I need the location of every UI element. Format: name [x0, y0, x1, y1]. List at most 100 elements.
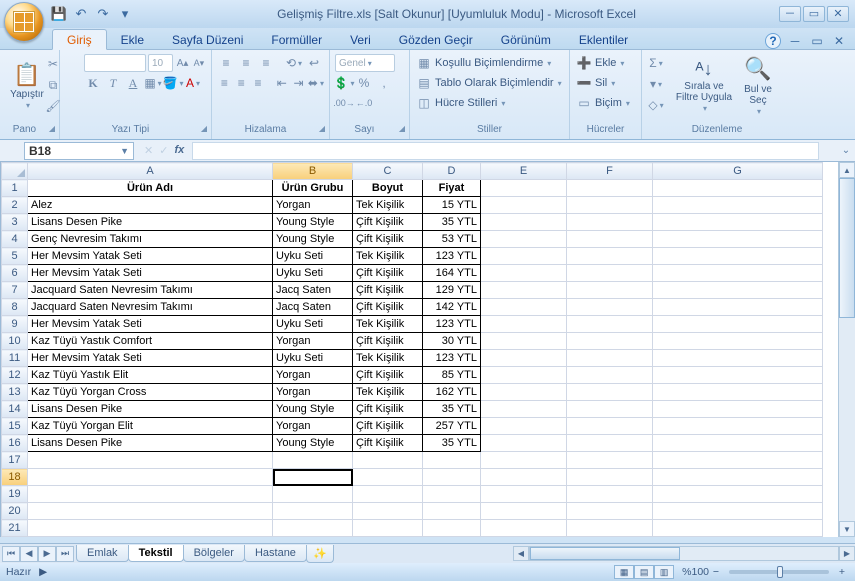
- tab-insert[interactable]: Ekle: [107, 30, 158, 49]
- cell[interactable]: [653, 350, 823, 367]
- vertical-scrollbar[interactable]: ▲ ▼: [838, 162, 855, 537]
- increase-indent-icon[interactable]: ⇥: [291, 74, 306, 92]
- cell[interactable]: [28, 452, 273, 469]
- column-header[interactable]: G: [653, 163, 823, 180]
- cell[interactable]: [567, 333, 653, 350]
- cell[interactable]: [353, 520, 423, 537]
- italic-button[interactable]: T: [104, 74, 122, 92]
- mdi-close-button[interactable]: ✕: [831, 33, 847, 49]
- cell[interactable]: [481, 469, 567, 486]
- normal-view-icon[interactable]: ▦: [614, 565, 634, 579]
- row-header[interactable]: 21: [2, 520, 28, 537]
- cell[interactable]: Yorgan: [273, 197, 353, 214]
- bold-button[interactable]: K: [84, 74, 102, 92]
- row-header[interactable]: 20: [2, 503, 28, 520]
- cell[interactable]: [353, 486, 423, 503]
- cell[interactable]: [273, 520, 353, 537]
- cell[interactable]: [423, 486, 481, 503]
- cell[interactable]: Yorgan: [273, 333, 353, 350]
- first-sheet-icon[interactable]: ⏮: [2, 546, 20, 562]
- underline-button[interactable]: A: [124, 74, 142, 92]
- cell[interactable]: [567, 469, 653, 486]
- row-header[interactable]: 1: [2, 180, 28, 197]
- macro-record-icon[interactable]: ▶: [39, 566, 47, 578]
- page-break-view-icon[interactable]: ▥: [654, 565, 674, 579]
- cell[interactable]: [481, 316, 567, 333]
- tab-review[interactable]: Gözden Geçir: [385, 30, 487, 49]
- align-left-icon[interactable]: ≡: [217, 74, 232, 92]
- cell[interactable]: [567, 197, 653, 214]
- grow-font-icon[interactable]: A▴: [175, 54, 189, 72]
- cell[interactable]: Uyku Seti: [273, 350, 353, 367]
- wrap-text-icon[interactable]: ↩: [305, 54, 323, 72]
- cell[interactable]: 164 YTL: [423, 265, 481, 282]
- row-header[interactable]: 13: [2, 384, 28, 401]
- cell[interactable]: [481, 333, 567, 350]
- cell[interactable]: [567, 401, 653, 418]
- sheet-tab[interactable]: Hastane: [244, 545, 307, 562]
- cell[interactable]: 35 YTL: [423, 214, 481, 231]
- cell[interactable]: Lisans Desen Pike: [28, 401, 273, 418]
- row-header[interactable]: 9: [2, 316, 28, 333]
- cell[interactable]: 257 YTL: [423, 418, 481, 435]
- page-layout-view-icon[interactable]: ▤: [634, 565, 654, 579]
- cell[interactable]: [567, 452, 653, 469]
- cell[interactable]: [481, 384, 567, 401]
- cell[interactable]: [653, 486, 823, 503]
- worksheet-grid[interactable]: ABCDEFG1Ürün AdıÜrün GrubuBoyutFiyat2Ale…: [0, 162, 855, 537]
- new-sheet-button[interactable]: ✨: [306, 545, 334, 563]
- cell[interactable]: Jacq Saten: [273, 299, 353, 316]
- scroll-down-icon[interactable]: ▼: [839, 521, 855, 537]
- cell[interactable]: 53 YTL: [423, 231, 481, 248]
- zoom-level[interactable]: %100: [682, 566, 709, 578]
- column-header[interactable]: F: [567, 163, 653, 180]
- fill-color-button[interactable]: 🪣: [164, 74, 182, 92]
- zoom-slider[interactable]: [729, 570, 829, 574]
- row-header[interactable]: 12: [2, 367, 28, 384]
- font-color-button[interactable]: A: [184, 74, 202, 92]
- align-right-icon[interactable]: ≡: [251, 74, 266, 92]
- last-sheet-icon[interactable]: ⏭: [56, 546, 74, 562]
- cell[interactable]: [423, 503, 481, 520]
- prev-sheet-icon[interactable]: ◀: [20, 546, 38, 562]
- format-as-table-button[interactable]: ▤Tablo Olarak Biçimlendir: [415, 73, 564, 93]
- cell[interactable]: [28, 520, 273, 537]
- align-top-icon[interactable]: ≡: [217, 54, 235, 72]
- tab-formulas[interactable]: Formüller: [257, 30, 336, 49]
- column-header[interactable]: B: [273, 163, 353, 180]
- find-select-button[interactable]: 🔍Bul ve Seç: [735, 53, 781, 121]
- mdi-minimize-button[interactable]: －: [787, 33, 803, 49]
- cell[interactable]: [481, 214, 567, 231]
- cell[interactable]: Jacq Saten: [273, 282, 353, 299]
- row-header[interactable]: 2: [2, 197, 28, 214]
- row-header[interactable]: 16: [2, 435, 28, 452]
- table-header-cell[interactable]: Fiyat: [423, 180, 481, 197]
- row-header[interactable]: 5: [2, 248, 28, 265]
- cell[interactable]: Yorgan: [273, 384, 353, 401]
- font-name-input[interactable]: [84, 54, 146, 72]
- cell[interactable]: Kaz Tüyü Yorgan Cross: [28, 384, 273, 401]
- scroll-up-icon[interactable]: ▲: [839, 162, 855, 178]
- horizontal-scrollbar[interactable]: ◀ ▶: [513, 546, 855, 561]
- cell[interactable]: Tek Kişilik: [353, 384, 423, 401]
- cell[interactable]: [567, 180, 653, 197]
- cell[interactable]: [653, 418, 823, 435]
- paste-button[interactable]: 📋Yapıştır: [5, 53, 49, 121]
- cell[interactable]: Jacquard Saten Nevresim Takımı: [28, 299, 273, 316]
- cell[interactable]: [481, 503, 567, 520]
- cell[interactable]: [28, 503, 273, 520]
- row-header[interactable]: 14: [2, 401, 28, 418]
- alignment-launcher-icon[interactable]: ◢: [319, 124, 325, 133]
- undo-icon[interactable]: ↶: [72, 5, 90, 23]
- close-button[interactable]: ✕: [827, 6, 849, 22]
- cell[interactable]: Çift Kişilik: [353, 299, 423, 316]
- cell[interactable]: Tek Kişilik: [353, 350, 423, 367]
- cell[interactable]: Young Style: [273, 435, 353, 452]
- format-cells-button[interactable]: ▭Biçim: [575, 93, 636, 113]
- expand-formula-bar-icon[interactable]: ⌄: [837, 145, 855, 156]
- zoom-in-icon[interactable]: +: [835, 566, 849, 578]
- cell[interactable]: Yorgan: [273, 418, 353, 435]
- table-header-cell[interactable]: Ürün Adı: [28, 180, 273, 197]
- minimize-button[interactable]: －: [779, 6, 801, 22]
- font-size-input[interactable]: 10: [148, 54, 173, 72]
